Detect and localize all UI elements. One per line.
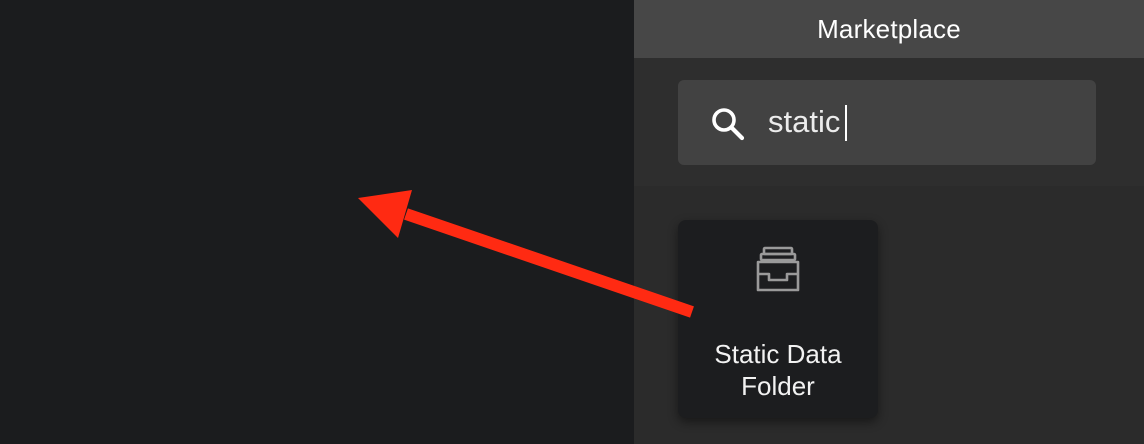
search-area bbox=[634, 58, 1144, 186]
text-caret bbox=[845, 105, 847, 141]
workspace-canvas[interactable] bbox=[0, 0, 634, 444]
result-card-label-line2: Folder bbox=[741, 371, 815, 401]
folder-tray-icon bbox=[756, 246, 800, 292]
search-box[interactable] bbox=[678, 80, 1096, 165]
result-card-static-data-folder[interactable]: Static Data Folder bbox=[678, 220, 878, 418]
results-grid: Static Data Folder bbox=[634, 186, 1144, 444]
marketplace-panel: Marketplace Static Data bbox=[634, 0, 1144, 444]
result-card-label: Static Data Folder bbox=[678, 338, 878, 402]
search-icon[interactable] bbox=[708, 104, 748, 144]
panel-title: Marketplace bbox=[634, 0, 1144, 58]
search-input[interactable] bbox=[768, 98, 1068, 146]
app-root: Marketplace Static Data bbox=[0, 0, 1144, 444]
result-card-label-line1: Static Data bbox=[714, 339, 842, 369]
